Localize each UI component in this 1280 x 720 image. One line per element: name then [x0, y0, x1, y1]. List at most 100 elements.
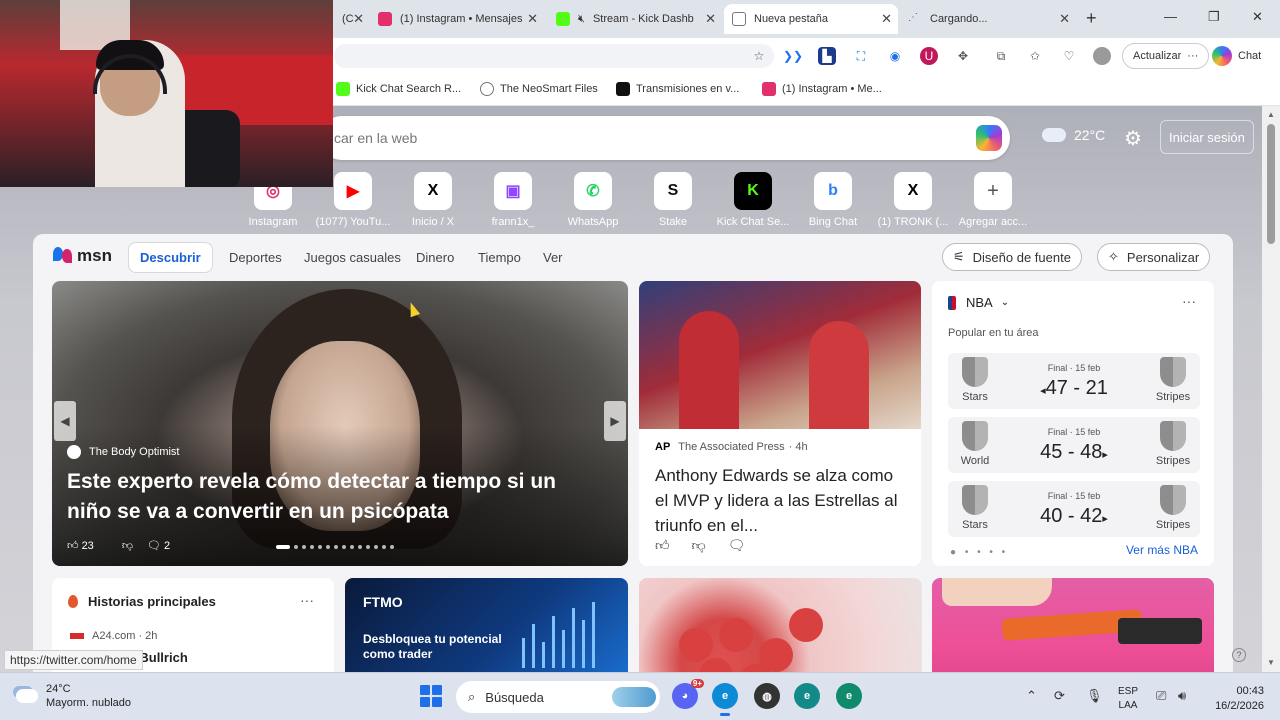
- clock[interactable]: 00:43 16/2/2026: [1198, 684, 1264, 714]
- weather-widget[interactable]: 22°C: [1042, 122, 1105, 143]
- tab-deportes[interactable]: Deportes: [229, 250, 282, 265]
- favorites-icon[interactable]: ✩: [1026, 47, 1044, 65]
- tab-ver[interactable]: Ver: [543, 250, 563, 265]
- game-row[interactable]: Stars Final · 15 feb ◂47 - 21 Stripes: [948, 353, 1200, 409]
- quicklink-x-home[interactable]: X Inicio / X: [393, 172, 473, 228]
- tab-partial[interactable]: (C ✕: [334, 4, 364, 34]
- bookmark-kick-chat-search[interactable]: Kick Chat Search R...: [336, 82, 461, 96]
- network-icon[interactable]: ⎚: [1156, 688, 1166, 704]
- scroll-thumb[interactable]: [1267, 124, 1275, 244]
- see-more-nba-link[interactable]: Ver más NBA: [1126, 543, 1198, 557]
- close-icon[interactable]: ✕: [527, 11, 538, 27]
- split-screen-icon[interactable]: ⧉: [992, 47, 1010, 65]
- bookmark-transmisiones[interactable]: Transmisiones en v...: [616, 82, 739, 96]
- close-window-icon[interactable]: ✕: [1252, 9, 1263, 25]
- more-options-icon[interactable]: ···: [300, 592, 314, 608]
- close-icon[interactable]: ✕: [1059, 11, 1070, 27]
- msn-logo[interactable]: msn: [53, 246, 112, 266]
- health-icon[interactable]: ♡: [1060, 47, 1078, 65]
- like-button[interactable]: 👍︎: [655, 537, 670, 553]
- quicklink-bing-chat[interactable]: b Bing Chat: [793, 172, 873, 228]
- news-image-card[interactable]: [639, 578, 922, 672]
- tab-juegos-casuales[interactable]: Juegos casuales: [304, 250, 401, 265]
- sync-icon[interactable]: ⟳: [1054, 688, 1065, 704]
- quicklink-whatsapp[interactable]: ✆ WhatsApp: [553, 172, 633, 228]
- ftmo-ad-card[interactable]: FTMO Desbloquea tu potencial como trader: [345, 578, 628, 672]
- chevron-left-icon[interactable]: ◀: [54, 401, 76, 441]
- screenshot-icon[interactable]: ⛶: [852, 47, 870, 65]
- windows-start-icon[interactable]: [420, 685, 442, 707]
- chevron-up-icon[interactable]: ⌃: [1026, 688, 1037, 704]
- card-title[interactable]: Anthony Edwards se alza como el MVP y li…: [655, 463, 911, 538]
- edge-dev-icon[interactable]: e: [836, 683, 862, 709]
- dislike-button[interactable]: 👎︎: [692, 537, 706, 553]
- tab-descubrir[interactable]: Descubrir: [128, 242, 213, 273]
- hero-title[interactable]: Este experto revela cómo detectar a tiem…: [67, 467, 587, 527]
- signin-button[interactable]: Iniciar sesión: [1160, 120, 1254, 154]
- microphone-icon[interactable]: 🎙︎: [1086, 688, 1103, 704]
- obs-icon[interactable]: ◍: [754, 683, 780, 709]
- bookmark-instagram[interactable]: (1) Instagram • Me...: [762, 82, 882, 96]
- restore-icon[interactable]: ❐: [1208, 9, 1220, 25]
- quicklink-stake[interactable]: S Stake: [633, 172, 713, 228]
- ublock-icon[interactable]: U: [920, 47, 938, 65]
- bookmark-neosmart[interactable]: The NeoSmart Files: [480, 82, 598, 96]
- personalize-button[interactable]: ✧ Personalizar: [1097, 243, 1211, 271]
- address-input[interactable]: [334, 44, 774, 68]
- quicklink-twitch[interactable]: ▣ frann1x_: [473, 172, 553, 228]
- update-button[interactable]: Actualizar ···: [1122, 43, 1210, 69]
- chat-label: Chat: [1238, 50, 1262, 62]
- quicklink-kick-chat[interactable]: K Kick Chat Se...: [713, 172, 793, 228]
- tab-loading[interactable]: ⋰ Cargando... ✕: [900, 4, 1076, 34]
- muted-icon[interactable]: 🔇︎: [578, 13, 585, 26]
- copilot-icon[interactable]: [976, 125, 1002, 151]
- help-icon[interactable]: ?: [1232, 648, 1246, 662]
- comments-button[interactable]: 🗨︎: [728, 537, 746, 553]
- quicklink-tronk[interactable]: X (1) TRONK (...: [873, 172, 953, 228]
- pager-dots[interactable]: ● • • • •: [950, 547, 1008, 558]
- more-options-icon[interactable]: ···: [1182, 293, 1196, 309]
- dislike-button[interactable]: 👎︎: [122, 539, 133, 552]
- game-row[interactable]: Stars Final · 15 feb 40 - 42▸ Stripes: [948, 481, 1200, 537]
- hero-source-name: The Body Optimist: [89, 446, 180, 458]
- web-search-box[interactable]: car en la web: [320, 116, 1010, 160]
- taskbar-search[interactable]: ⌕ Búsqueda: [456, 681, 660, 713]
- volume-icon[interactable]: 🔊︎: [1178, 688, 1186, 704]
- gear-icon[interactable]: ⚙: [1124, 126, 1142, 151]
- close-icon[interactable]: ✕: [881, 11, 892, 27]
- edge-icon[interactable]: e: [712, 683, 738, 716]
- language-indicator[interactable]: ESP LAA: [1118, 685, 1138, 713]
- copilot-chat-button[interactable]: Chat: [1212, 44, 1261, 68]
- scroll-up-icon[interactable]: ▲: [1267, 110, 1275, 119]
- comments-button[interactable]: 🗨︎ 2: [147, 539, 184, 552]
- tab-new-tab[interactable]: Nueva pestaña ✕: [724, 4, 898, 34]
- league-selector[interactable]: NBA ⌄: [948, 295, 1009, 310]
- close-icon[interactable]: ✕: [353, 11, 364, 27]
- favorite-star-icon[interactable]: ☆: [750, 47, 768, 65]
- chevron-right-icon[interactable]: ▶: [604, 401, 626, 441]
- extension-icon[interactable]: ▙: [818, 47, 836, 65]
- quicklink-add[interactable]: + Agregar acc...: [953, 172, 1033, 228]
- scroll-down-icon[interactable]: ▼: [1267, 658, 1275, 667]
- tab-tiempo[interactable]: Tiempo: [478, 250, 521, 265]
- discord-icon[interactable]: ◕ 9+: [672, 679, 704, 709]
- tab-instagram[interactable]: (1) Instagram • Mensajes ✕: [370, 4, 544, 34]
- news-card-ap[interactable]: AP The Associated Press · 4h Anthony Edw…: [639, 281, 921, 566]
- font-design-button[interactable]: ⚟ Diseño de fuente: [942, 243, 1082, 271]
- tab-kick[interactable]: 🔇︎ Stream - Kick Dashb ✕: [548, 4, 722, 34]
- messenger-icon[interactable]: ◉: [886, 47, 904, 65]
- edge-beta-icon[interactable]: e: [794, 683, 820, 709]
- game-row[interactable]: World Final · 15 feb 45 - 48▸ Stripes: [948, 417, 1200, 473]
- news-image-card[interactable]: [932, 578, 1214, 672]
- extensions-puzzle-icon[interactable]: ✥: [954, 47, 972, 65]
- profile-avatar-icon[interactable]: [1093, 47, 1111, 65]
- minimize-icon[interactable]: —: [1164, 9, 1177, 24]
- like-button[interactable]: 👍︎ 23: [67, 539, 108, 552]
- hero-story-card[interactable]: ◀ ▶ The Body Optimist Este experto revel…: [52, 281, 628, 566]
- tab-dinero[interactable]: Dinero: [416, 250, 454, 265]
- taskbar-weather[interactable]: 24°C Mayorm. nublado: [16, 682, 131, 710]
- page-scrollbar[interactable]: ▲ ▼: [1262, 106, 1280, 672]
- read-aloud-icon[interactable]: ❯❯: [783, 47, 803, 65]
- close-icon[interactable]: ✕: [705, 11, 716, 27]
- new-tab-icon[interactable]: +: [1086, 8, 1097, 29]
